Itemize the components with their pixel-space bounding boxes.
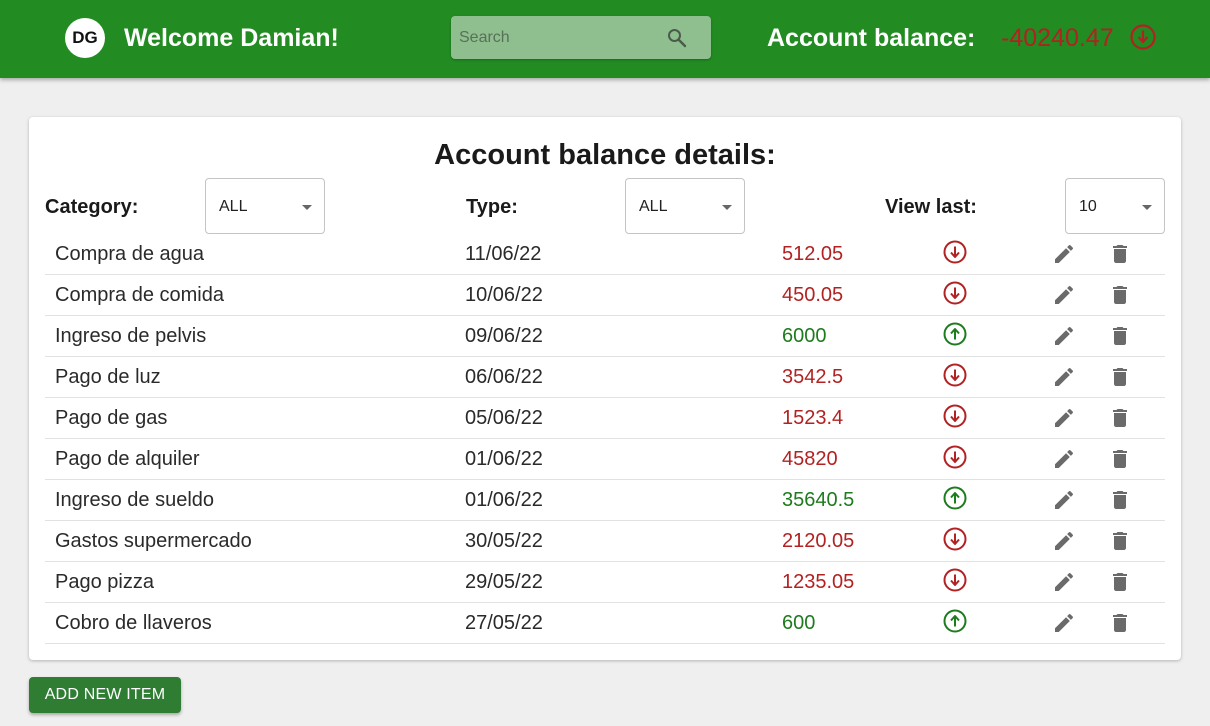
edit-icon[interactable] xyxy=(1052,406,1076,430)
transaction-name: Pago de alquiler xyxy=(55,448,200,470)
chevron-down-icon xyxy=(1142,205,1152,210)
transactions-list: Compra de agua 11/06/22 512.05 Compra de co… xyxy=(45,234,1165,644)
down-arrow-circle-icon xyxy=(1130,24,1156,50)
transaction-date: 29/05/22 xyxy=(465,571,543,593)
transaction-name: Compra de agua xyxy=(55,243,204,265)
up-arrow-circle-icon xyxy=(943,486,967,510)
transaction-amount: 3542.5 xyxy=(782,366,844,388)
transaction-name: Pago pizza xyxy=(55,571,154,593)
transaction-amount: 1235.05 xyxy=(782,571,855,593)
trash-icon[interactable] xyxy=(1108,406,1132,430)
edit-icon[interactable] xyxy=(1052,611,1076,635)
chevron-down-icon xyxy=(302,205,312,210)
table-row: Cobro de llaveros 27/05/22 600 xyxy=(45,603,1165,644)
transaction-amount: 450.05 xyxy=(782,284,844,306)
account-balance-label: Account balance: xyxy=(767,24,976,52)
table-row: Pago de alquiler 01/06/22 45820 xyxy=(45,439,1165,480)
transaction-date: 27/05/22 xyxy=(465,612,543,634)
chevron-down-icon xyxy=(722,205,732,210)
transaction-amount: 45820 xyxy=(782,448,838,470)
edit-icon[interactable] xyxy=(1052,488,1076,512)
account-balance-value: -40240.47 xyxy=(1001,24,1114,52)
edit-icon[interactable] xyxy=(1052,447,1076,471)
type-filter-label: Type: xyxy=(466,196,518,218)
trash-icon[interactable] xyxy=(1108,611,1132,635)
transaction-date: 06/06/22 xyxy=(465,366,543,388)
category-select-value: ALL xyxy=(219,198,248,215)
view-last-label: View last: xyxy=(885,196,977,218)
welcome-title: Welcome Damian! xyxy=(124,24,339,52)
down-arrow-circle-icon xyxy=(943,445,967,469)
table-row: Ingreso de pelvis 09/06/22 6000 xyxy=(45,316,1165,357)
transaction-amount: 2120.05 xyxy=(782,530,855,552)
down-arrow-circle-icon xyxy=(943,404,967,428)
down-arrow-circle-icon xyxy=(943,568,967,592)
transaction-amount: 1523.4 xyxy=(782,407,844,429)
edit-icon[interactable] xyxy=(1052,242,1076,266)
trash-icon[interactable] xyxy=(1108,283,1132,307)
transaction-name: Ingreso de sueldo xyxy=(55,489,215,511)
search-input[interactable] xyxy=(451,16,651,59)
trash-icon[interactable] xyxy=(1108,529,1132,553)
app-bar: DG Welcome Damian! Account balance: -402… xyxy=(0,0,1210,78)
avatar[interactable]: DG xyxy=(65,18,105,58)
trash-icon[interactable] xyxy=(1108,488,1132,512)
category-select[interactable]: ALL xyxy=(205,178,325,234)
transaction-name: Gastos supermercado xyxy=(55,530,252,552)
up-arrow-circle-icon xyxy=(943,609,967,633)
transaction-date: 01/06/22 xyxy=(465,489,543,511)
edit-icon[interactable] xyxy=(1052,283,1076,307)
type-select-value: ALL xyxy=(639,198,668,215)
transaction-date: 01/06/22 xyxy=(465,448,543,470)
table-row: Gastos supermercado 30/05/22 2120.05 xyxy=(45,521,1165,562)
trash-icon[interactable] xyxy=(1108,570,1132,594)
table-row: Compra de comida 10/06/22 450.05 xyxy=(45,275,1165,316)
search-box[interactable] xyxy=(451,16,711,59)
transaction-name: Cobro de llaveros xyxy=(55,612,212,634)
transaction-date: 05/06/22 xyxy=(465,407,543,429)
trash-icon[interactable] xyxy=(1108,447,1132,471)
type-select[interactable]: ALL xyxy=(625,178,745,234)
table-row: Pago de luz 06/06/22 3542.5 xyxy=(45,357,1165,398)
table-row: Ingreso de sueldo 01/06/22 35640.5 xyxy=(45,480,1165,521)
up-arrow-circle-icon xyxy=(943,322,967,346)
edit-icon[interactable] xyxy=(1052,365,1076,389)
balance-details-card: Account balance details: Category: ALL T… xyxy=(29,117,1181,660)
transaction-name: Compra de comida xyxy=(55,284,224,306)
table-row: Compra de agua 11/06/22 512.05 xyxy=(45,234,1165,275)
trash-icon[interactable] xyxy=(1108,242,1132,266)
card-title: Account balance details: xyxy=(434,139,776,171)
transaction-amount: 6000 xyxy=(782,325,827,347)
category-filter-label: Category: xyxy=(45,196,139,218)
edit-icon[interactable] xyxy=(1052,570,1076,594)
edit-icon[interactable] xyxy=(1052,324,1076,348)
trash-icon[interactable] xyxy=(1108,365,1132,389)
down-arrow-circle-icon xyxy=(943,527,967,551)
transaction-name: Pago de luz xyxy=(55,366,161,388)
down-arrow-circle-icon xyxy=(943,240,967,264)
view-last-select[interactable]: 10 xyxy=(1065,178,1165,234)
transaction-amount: 512.05 xyxy=(782,243,844,265)
transaction-date: 30/05/22 xyxy=(465,530,543,552)
edit-icon[interactable] xyxy=(1052,529,1076,553)
transaction-date: 09/06/22 xyxy=(465,325,543,347)
table-row: Pago de gas 05/06/22 1523.4 xyxy=(45,398,1165,439)
add-new-item-button[interactable]: ADD NEW ITEM xyxy=(29,677,181,713)
transaction-date: 11/06/22 xyxy=(465,243,542,265)
view-last-select-value: 10 xyxy=(1079,198,1097,215)
transaction-amount: 35640.5 xyxy=(782,489,855,511)
table-row: Pago pizza 29/05/22 1235.05 xyxy=(45,562,1165,603)
transaction-name: Ingreso de pelvis xyxy=(55,325,207,347)
transaction-name: Pago de gas xyxy=(55,407,168,429)
search-icon[interactable] xyxy=(665,26,689,50)
down-arrow-circle-icon xyxy=(943,281,967,305)
down-arrow-circle-icon xyxy=(943,363,967,387)
trash-icon[interactable] xyxy=(1108,324,1132,348)
transaction-date: 10/06/22 xyxy=(465,284,543,306)
transaction-amount: 600 xyxy=(782,612,816,634)
